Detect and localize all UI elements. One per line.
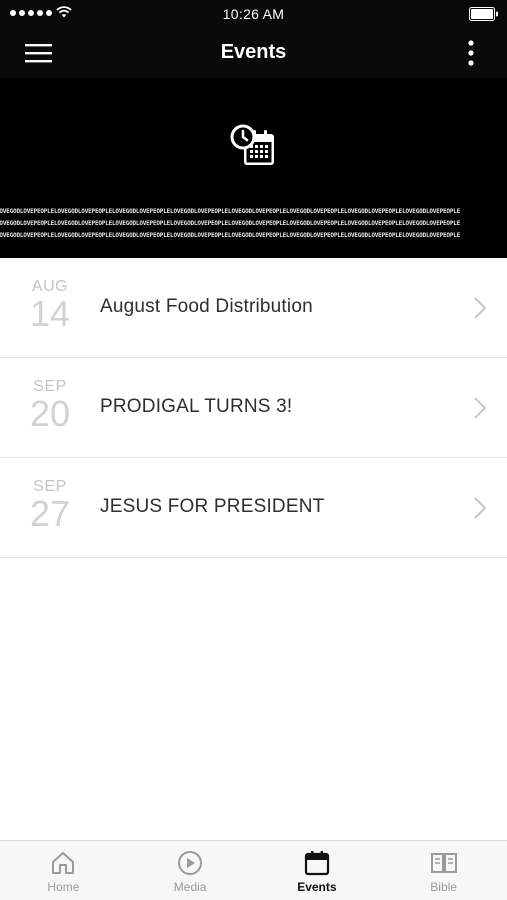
status-bar: 10:26 AM [0, 0, 507, 28]
event-title: PRODIGAL TURNS 3! [100, 396, 293, 417]
chevron-right-icon [474, 497, 487, 519]
status-time: 10:26 AM [222, 6, 285, 22]
event-row[interactable]: SEP 20 PRODIGAL TURNS 3! [0, 358, 507, 458]
chevron-right-icon [474, 397, 487, 419]
calendar-icon [304, 851, 329, 876]
event-day: 20 [29, 393, 71, 434]
home-icon [52, 852, 75, 874]
calendar-clock-icon [230, 124, 274, 165]
chevron-right-icon [474, 297, 487, 319]
tab-media[interactable]: Media [127, 841, 254, 900]
event-day: 27 [29, 493, 71, 534]
tab-events[interactable]: Events [254, 841, 381, 900]
tab-home-label: Home [47, 880, 80, 894]
tab-media-label: Media [173, 880, 207, 894]
battery-icon [469, 7, 498, 21]
events-banner: LOVEGODLOVEPEOPLELOVEGODLOVEPEOPLELOVEGO… [0, 78, 507, 258]
event-row[interactable]: AUG 14 August Food Distribution [0, 258, 507, 358]
event-list: AUG 14 August Food Distribution SEP 20 P… [0, 258, 507, 558]
tab-bible-label: Bible [430, 880, 457, 894]
event-day: 14 [29, 293, 71, 334]
tab-home[interactable]: Home [0, 841, 127, 900]
event-title: JESUS FOR PRESIDENT [100, 496, 325, 517]
tab-bar: Home Media Events Bible [0, 840, 507, 900]
open-book-icon [430, 853, 457, 873]
navigation-bar: Events [0, 28, 507, 78]
tab-events-label: Events [297, 880, 337, 894]
event-title: August Food Distribution [100, 296, 313, 317]
vertical-ellipsis-icon[interactable] [465, 39, 477, 67]
event-row[interactable]: SEP 27 JESUS FOR PRESIDENT [0, 458, 507, 558]
page-title: Events [220, 41, 287, 63]
play-circle-icon [178, 851, 203, 875]
tab-bible[interactable]: Bible [380, 841, 507, 900]
banner-text-pattern: LOVEGODLOVEPEOPLELOVEGODLOVEPEOPLELOVEGO… [0, 208, 461, 239]
